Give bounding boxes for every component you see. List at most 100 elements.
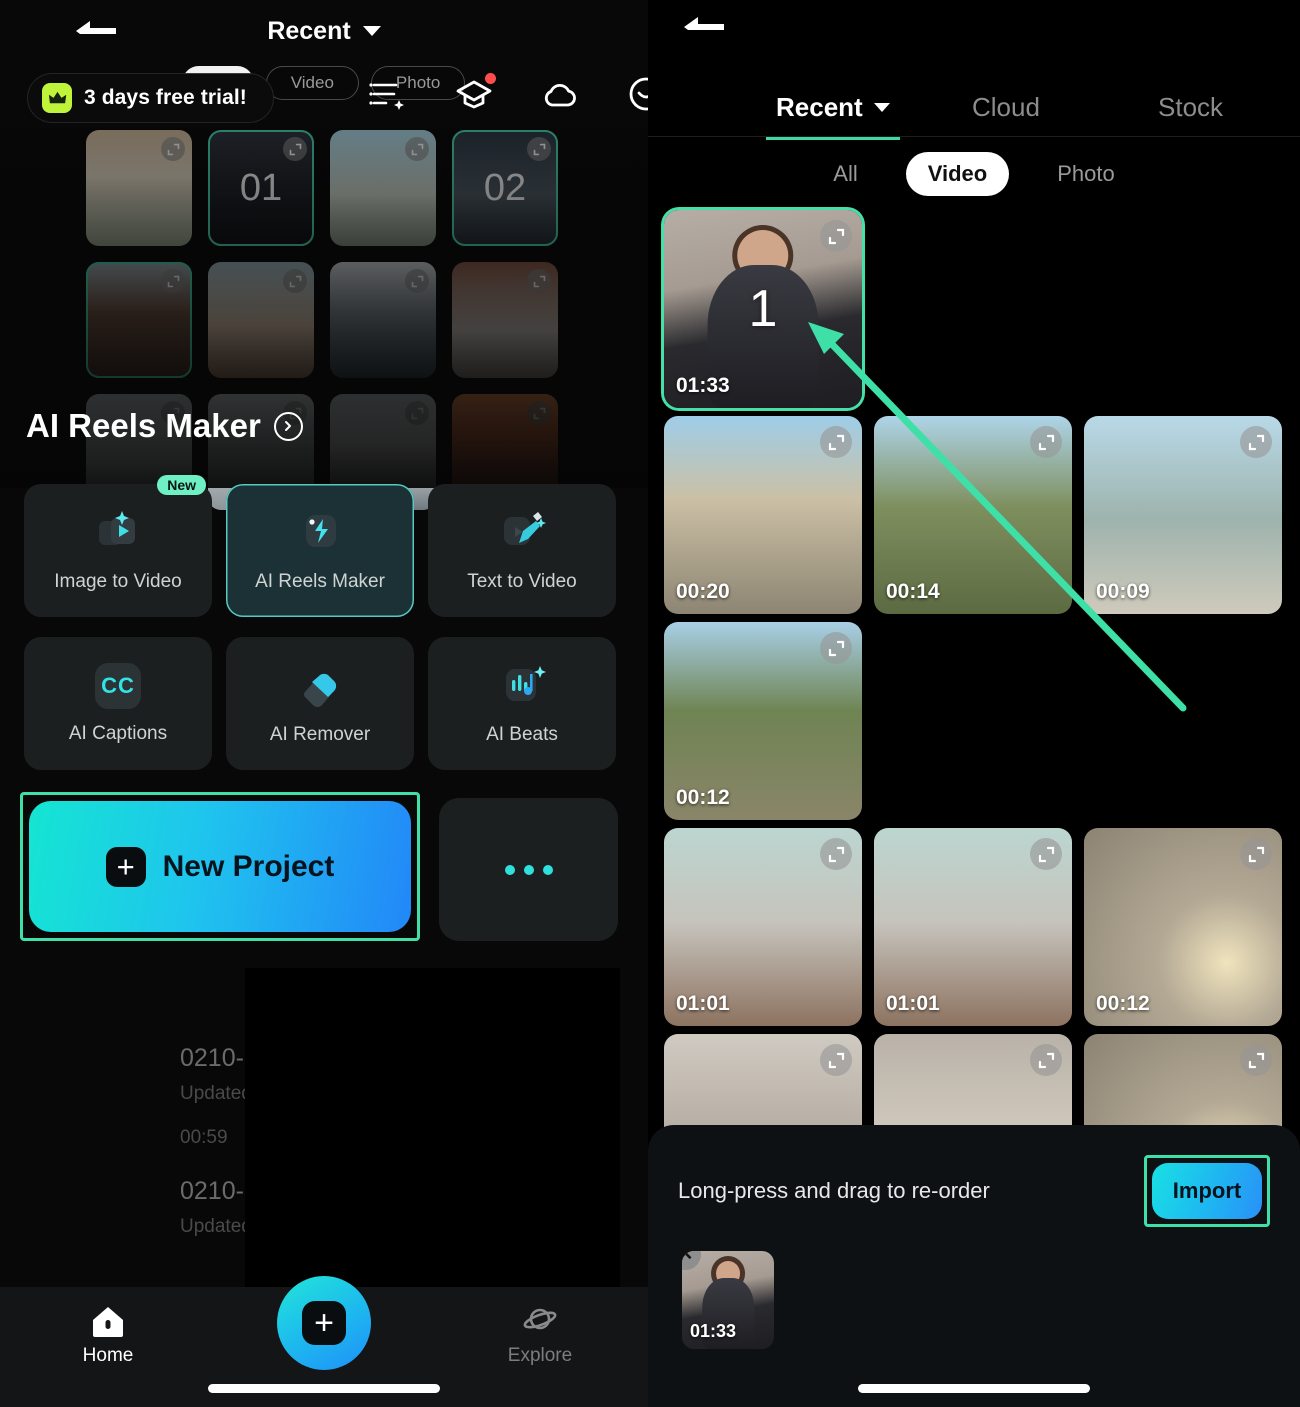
media-cell[interactable]: 00:20 (664, 416, 862, 614)
back-arrow-icon[interactable] (680, 14, 726, 40)
planet-icon (523, 1308, 557, 1330)
ghost-filter-video[interactable]: Video (265, 66, 359, 100)
music-sparkle-icon (495, 662, 549, 710)
ai-script-list-icon[interactable] (368, 74, 408, 114)
ghost-album-label: Recent (267, 16, 351, 45)
graduation-cap-icon[interactable] (454, 73, 496, 114)
tab-recent-label: Recent (776, 91, 863, 122)
media-duration: 00:12 (676, 786, 730, 809)
expand-icon[interactable] (1030, 838, 1062, 870)
selected-clip-duration: 01:33 (690, 1321, 737, 1341)
tool-card-label: Image to Video (54, 570, 182, 592)
tab-home[interactable]: Home (0, 1287, 216, 1367)
media-cell-empty (1084, 210, 1282, 408)
filter-video-label: Video (927, 161, 988, 186)
home-indicator (208, 1384, 440, 1393)
tab-explore[interactable]: Explore (432, 1287, 648, 1367)
chevron-down-icon (362, 26, 381, 36)
tool-grid: New Image to Video AI Reels Maker Text to V… (24, 475, 624, 770)
filter-video[interactable]: Video (905, 152, 1010, 196)
ai-reels-maker-heading[interactable]: AI Reels Maker (26, 407, 303, 445)
tool-card-lightning-bolt[interactable]: AI Reels Maker (226, 484, 414, 617)
media-cell[interactable]: 01:01 (664, 828, 862, 1026)
dual-screenshot: Recent All Video Photo (0, 0, 1300, 1407)
expand-icon[interactable] (820, 426, 852, 458)
media-cell[interactable]: 00:12 (664, 622, 862, 820)
chevron-down-icon (873, 102, 890, 112)
media-duration: 01:01 (886, 992, 940, 1015)
tool-card-label: AI Beats (486, 723, 558, 745)
tab-stock[interactable]: Stock (1158, 92, 1223, 123)
filter-photo[interactable]: Photo (1035, 152, 1137, 196)
eraser-icon (293, 662, 347, 710)
home-icon (93, 1307, 123, 1337)
selection-tray: Long-press and drag to re-order Import ✕… (648, 1125, 1300, 1407)
new-project-row: + New Project (20, 792, 618, 941)
media-type-filter: All Video Photo (648, 150, 1300, 198)
media-duration: 01:33 (676, 374, 730, 397)
tool-card-eraser[interactable]: AI Remover (226, 637, 414, 770)
tool-card-label: AI Captions (68, 722, 168, 744)
filter-all-label: All (833, 161, 858, 186)
tab-recent[interactable]: Recent (766, 91, 900, 140)
tab-stock-label: Stock (1158, 91, 1224, 122)
ghost-icon-row (368, 73, 648, 114)
tool-card-music-sparkle[interactable]: AI Beats (428, 637, 616, 770)
tabs-divider (648, 136, 1300, 137)
media-cell[interactable]: 00:12 (1084, 828, 1282, 1026)
tool-card-cc[interactable]: CC AI Captions (24, 637, 212, 770)
media-cell[interactable]: 00:09 (1084, 416, 1282, 614)
tab-cloud[interactable]: Cloud (972, 92, 1040, 123)
expand-icon[interactable] (820, 632, 852, 664)
tool-card-pencil-sparkle[interactable]: Text to Video (428, 484, 616, 617)
media-duration: 00:20 (676, 580, 730, 603)
crown-icon (42, 83, 72, 113)
expand-icon[interactable] (1030, 426, 1062, 458)
expand-icon[interactable] (820, 1044, 852, 1076)
back-arrow-icon[interactable] (72, 18, 118, 44)
tab-explore-label: Explore (507, 1345, 573, 1366)
selected-clip-item[interactable]: ✕ 01:33 (682, 1251, 774, 1349)
import-annotation-highlight: Import (1144, 1155, 1270, 1227)
media-duration: 00:09 (1096, 580, 1150, 603)
new-project-label: New Project (162, 849, 335, 883)
ghost-filter-video-label: Video (290, 73, 334, 92)
more-dots-icon (504, 864, 515, 875)
smiley-profile-icon[interactable] (626, 74, 648, 114)
create-fab-button[interactable]: + (277, 1276, 371, 1370)
left-phone-screen: Recent All Video Photo (0, 0, 648, 1407)
expand-icon[interactable] (1240, 1044, 1272, 1076)
new-project-annotation-highlight: + New Project (20, 792, 420, 941)
plus-icon: + (302, 1301, 346, 1345)
import-button[interactable]: Import (1152, 1163, 1262, 1219)
notification-dot (485, 73, 496, 84)
media-duration: 01:01 (676, 992, 730, 1015)
expand-icon[interactable] (1240, 838, 1272, 870)
tab-cloud-label: Cloud (972, 91, 1040, 122)
reorder-hint: Long-press and drag to re-order (678, 1178, 990, 1203)
tray-header: Long-press and drag to re-order Import (648, 1125, 1300, 1227)
tool-card-label: AI Reels Maker (255, 570, 385, 592)
create-fab-wrapper: + (216, 1276, 432, 1370)
new-badge: New (157, 475, 206, 495)
lightning-bolt-icon (293, 509, 347, 557)
free-trial-label: 3 days free trial! (84, 86, 247, 109)
home-indicator (858, 1384, 1090, 1393)
media-cell[interactable]: 01:01 (874, 828, 1072, 1026)
tool-card-image-to-video[interactable]: New Image to Video (24, 475, 212, 617)
media-cell[interactable]: 1 01:33 (664, 210, 862, 408)
filter-all[interactable]: All (811, 152, 879, 196)
new-project-button[interactable]: + New Project (29, 801, 411, 932)
expand-icon[interactable] (1030, 1044, 1062, 1076)
media-duration: 00:14 (886, 580, 940, 603)
selected-clips-list: ✕ 01:33 (648, 1227, 1300, 1349)
media-cell-empty (1084, 622, 1282, 820)
free-trial-banner[interactable]: 3 days free trial! (28, 74, 273, 122)
more-options-card[interactable] (439, 798, 618, 941)
cc-icon: CC (95, 662, 141, 709)
expand-icon[interactable] (1240, 426, 1272, 458)
cloud-icon[interactable] (540, 74, 580, 114)
media-cell[interactable]: 00:14 (874, 416, 1072, 614)
ghost-album-selector[interactable]: Recent (267, 16, 381, 46)
expand-icon[interactable] (820, 838, 852, 870)
